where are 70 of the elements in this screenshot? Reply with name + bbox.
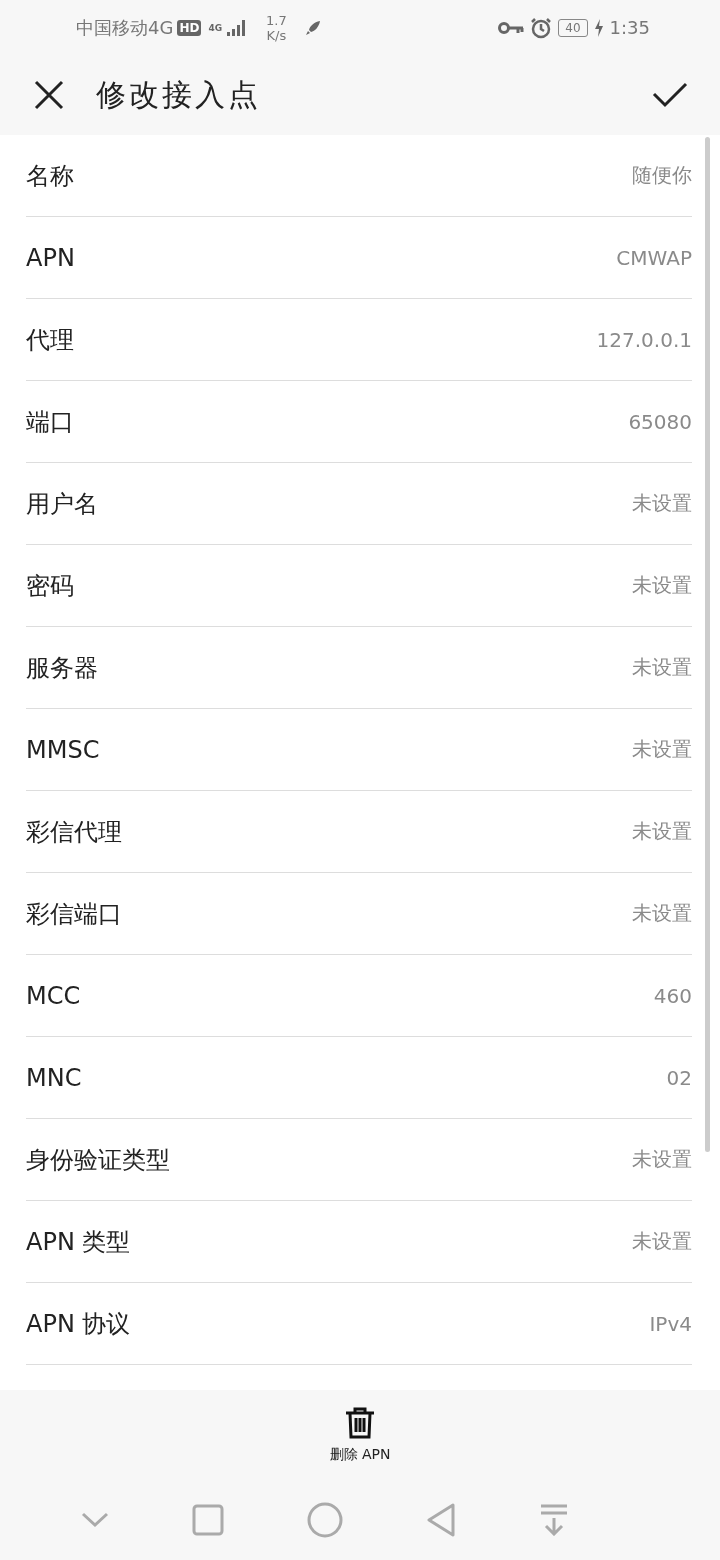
notification-pull-button[interactable] [538, 1504, 569, 1536]
settings-row[interactable]: MNC 02 [26, 1037, 692, 1119]
settings-row[interactable]: APN CMWAP [26, 217, 692, 299]
field-value: 未设置 [632, 900, 692, 927]
field-value: 未设置 [632, 572, 692, 599]
field-value: 02 [666, 1065, 692, 1090]
download-arrow-icon [538, 1504, 569, 1536]
hd-badge: HD [177, 19, 202, 36]
clock-time: 1:35 [609, 17, 650, 38]
settings-row[interactable]: 服务器 未设置 [26, 627, 692, 709]
checkmark-icon [652, 82, 688, 108]
carrier-name: 中国移动4G [76, 15, 174, 40]
settings-row[interactable]: 彩信代理 未设置 [26, 791, 692, 873]
key-icon [498, 20, 525, 35]
settings-row[interactable]: APN 协议 IPv4 [26, 1283, 692, 1365]
settings-row[interactable]: APN 类型 未设置 [26, 1201, 692, 1283]
field-label: 身份验证类型 [26, 1144, 170, 1176]
speed-value: 1.7 [266, 12, 287, 28]
circle-icon [307, 1502, 343, 1538]
field-value: 未设置 [632, 736, 692, 763]
field-value: IPv4 [649, 1311, 692, 1336]
field-label: MNC [26, 1063, 82, 1092]
settings-row[interactable]: 身份验证类型 未设置 [26, 1119, 692, 1201]
field-value: 未设置 [632, 1228, 692, 1255]
field-label: APN 类型 [26, 1226, 131, 1258]
trash-icon [344, 1406, 376, 1440]
collapse-button[interactable] [81, 1512, 110, 1528]
field-value: 未设置 [632, 490, 692, 517]
field-value: 65080 [628, 409, 692, 434]
network-type: 4G [208, 22, 223, 33]
field-label: 用户名 [26, 488, 98, 520]
delete-apn-button[interactable]: 删除 APN [329, 1406, 391, 1464]
charging-bolt-icon [593, 18, 604, 37]
square-icon [192, 1504, 225, 1536]
field-label: 彩信代理 [26, 816, 122, 848]
recents-button[interactable] [192, 1504, 225, 1536]
settings-row[interactable]: MMSC 未设置 [26, 709, 692, 791]
field-value: 460 [653, 983, 692, 1008]
field-label: 彩信端口 [26, 898, 122, 930]
field-value: 127.0.0.1 [596, 327, 692, 352]
settings-row[interactable]: 彩信端口 未设置 [26, 873, 692, 955]
field-label: 代理 [26, 324, 74, 356]
close-icon [34, 80, 64, 110]
alarm-clock-icon [530, 16, 553, 39]
field-value: 未设置 [632, 1146, 692, 1173]
field-label: APN [26, 243, 75, 272]
field-label: MMSC [26, 735, 100, 764]
field-label: 端口 [26, 406, 74, 438]
settings-row[interactable]: 名称 随便你 [26, 135, 692, 217]
field-label: 密码 [26, 570, 74, 602]
settings-row[interactable]: 代理 127.0.0.1 [26, 299, 692, 381]
field-label: 名称 [26, 160, 74, 192]
settings-row[interactable]: 用户名 未设置 [26, 463, 692, 545]
settings-row[interactable]: 密码 未设置 [26, 545, 692, 627]
screen-title: 修改接入点 [96, 75, 261, 114]
back-button[interactable] [425, 1503, 456, 1537]
field-value: 随便你 [632, 162, 692, 189]
field-label: MCC [26, 981, 81, 1010]
field-value: CMWAP [616, 245, 692, 270]
field-value: 未设置 [632, 654, 692, 681]
field-label: APN 协议 [26, 1308, 131, 1340]
settings-row[interactable]: 端口 65080 [26, 381, 692, 463]
chevron-down-icon [81, 1512, 110, 1528]
field-value: 未设置 [632, 818, 692, 845]
settings-row[interactable]: MCC 460 [26, 955, 692, 1037]
field-label: 服务器 [26, 652, 98, 684]
battery-indicator: 40 [558, 18, 588, 37]
triangle-icon [425, 1503, 456, 1537]
speed-unit: K/s [266, 27, 287, 43]
home-button[interactable] [307, 1502, 343, 1538]
